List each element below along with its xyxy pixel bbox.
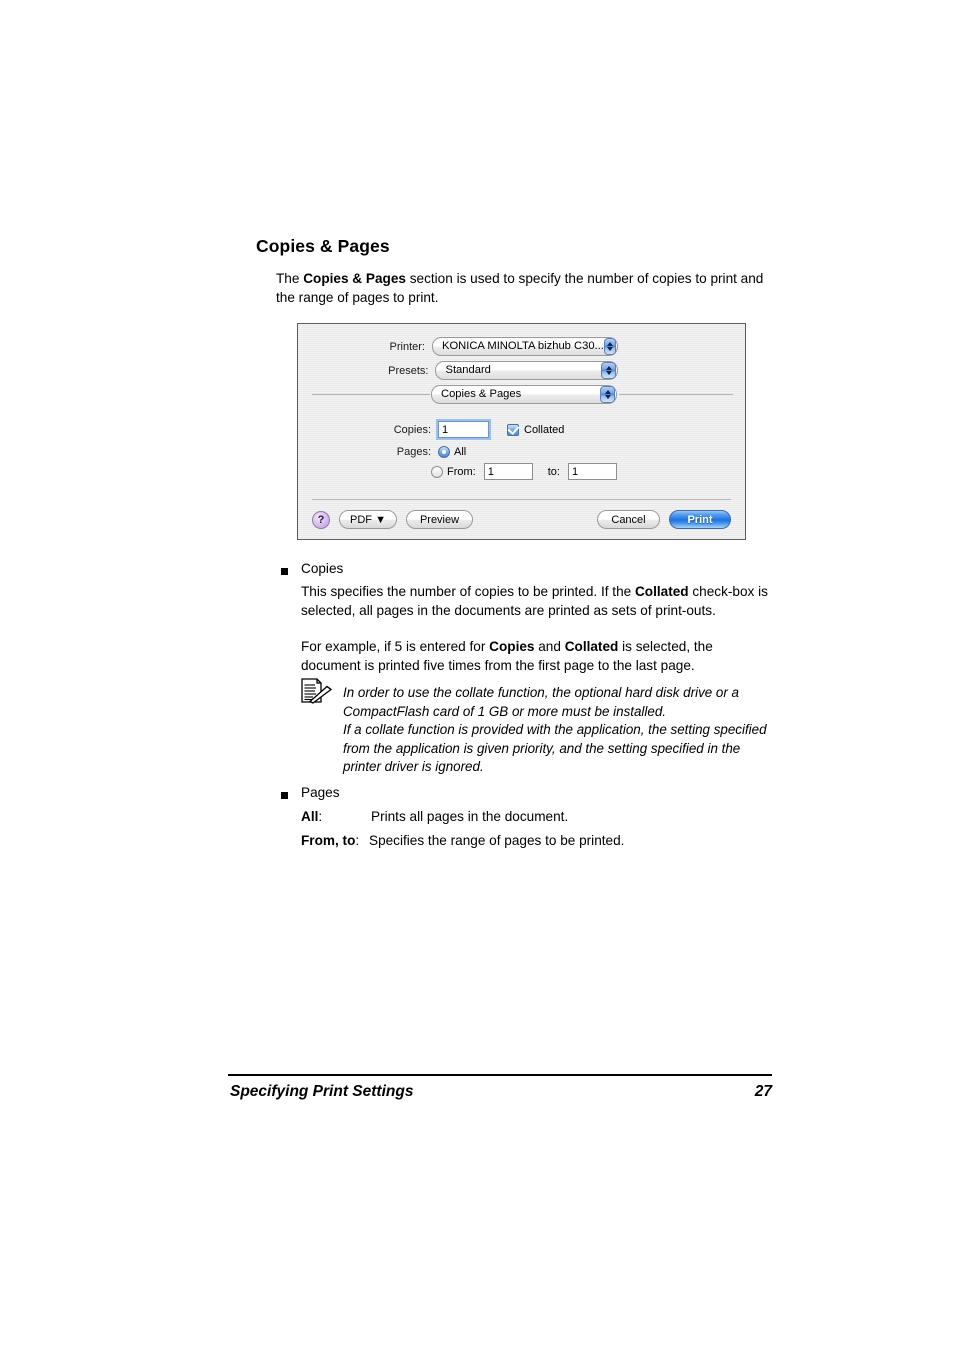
- triangle-up-icon: [605, 366, 612, 370]
- chevron-updown-icon: [601, 362, 616, 379]
- pages-fromto-colon: :: [355, 833, 360, 848]
- to-input[interactable]: 1: [567, 463, 617, 480]
- pages-range-row: From: 1 to: 1: [431, 463, 617, 480]
- pane-popup-button[interactable]: Copies & Pages: [431, 385, 617, 404]
- footer-divider: [228, 1074, 772, 1076]
- copies-desc-2a: For example, if 5 is entered for: [301, 639, 490, 654]
- footer-title: Specifying Print Settings: [230, 1083, 414, 1100]
- copies-description-1: This specifies the number of copies to b…: [301, 583, 771, 620]
- copies-desc-2b: Copies: [489, 639, 535, 654]
- presets-popup-button[interactable]: Standard: [435, 361, 618, 380]
- print-button[interactable]: Print: [669, 510, 731, 529]
- copies-description-2: For example, if 5 is entered for Copies …: [301, 638, 771, 675]
- triangle-up-icon: [604, 390, 611, 394]
- intro-prefix: The: [276, 271, 304, 286]
- intro-bold: Copies & Pages: [303, 271, 406, 286]
- from-label: From:: [447, 465, 476, 478]
- note-paragraph-2: If a collate function is provided with t…: [343, 722, 767, 775]
- copies-desc-1b: Collated: [634, 584, 689, 599]
- chevron-updown-icon: [603, 338, 616, 355]
- presets-popup-value: Standard: [445, 364, 491, 376]
- page-title: Copies & Pages: [256, 236, 390, 256]
- pages-all-row: Pages: All: [298, 446, 466, 458]
- bullet-marker-pages: [281, 792, 288, 799]
- print-dialog: Printer: KONICA MINOLTA bizhub C30... Pr…: [297, 323, 746, 540]
- triangle-down-icon: [604, 395, 611, 399]
- bullet-title-copies: Copies: [301, 561, 344, 576]
- printer-row: Printer: KONICA MINOLTA bizhub C30...: [298, 337, 618, 356]
- dialog-left-buttons: ? PDF ▼ Preview: [312, 510, 473, 529]
- pages-all-term-text: All: [301, 809, 319, 824]
- triangle-up-icon: [606, 342, 613, 346]
- presets-row: Presets: Standard: [298, 361, 618, 380]
- pane-popup-value: Copies & Pages: [441, 388, 522, 400]
- triangle-down-icon: [605, 371, 612, 375]
- pages-fromto-term-text: From, to: [301, 833, 356, 848]
- printer-label: Printer:: [389, 340, 425, 353]
- help-button[interactable]: ?: [312, 510, 330, 529]
- note-memo-icon: [300, 678, 334, 711]
- to-label: to:: [547, 465, 560, 478]
- copies-label: Copies:: [393, 423, 431, 436]
- cancel-button[interactable]: Cancel: [597, 510, 660, 529]
- copies-desc-2d: Collated: [564, 639, 619, 654]
- collated-checkbox[interactable]: [507, 422, 520, 436]
- pages-all-label: All: [454, 446, 467, 458]
- pages-label: Pages:: [396, 446, 431, 458]
- pages-all-radio[interactable]: [438, 446, 450, 458]
- bullet-title-pages: Pages: [301, 785, 340, 800]
- intro-paragraph: The Copies & Pages section is used to sp…: [276, 270, 770, 307]
- copies-row: Copies: 1 Collated: [298, 419, 565, 440]
- pane-row: Copies & Pages: [431, 385, 617, 404]
- dialog-right-buttons: Cancel Print: [597, 510, 731, 529]
- triangle-down-icon: [606, 347, 613, 351]
- note-paragraph-1: In order to use the collate function, th…: [343, 685, 740, 719]
- pdf-menu-button[interactable]: PDF ▼: [339, 510, 397, 529]
- from-input[interactable]: 1: [483, 463, 533, 480]
- presets-label: Presets:: [388, 364, 429, 377]
- chevron-updown-icon: [600, 386, 615, 403]
- printer-popup-button[interactable]: KONICA MINOLTA bizhub C30...: [432, 337, 618, 356]
- pane-separator-right: [619, 394, 733, 395]
- printer-popup-value: KONICA MINOLTA bizhub C30...: [442, 340, 604, 352]
- footer-page-number: 27: [754, 1083, 772, 1100]
- check-icon: [507, 422, 520, 435]
- pages-range-radio[interactable]: [431, 465, 443, 478]
- bullet-marker-copies: [281, 568, 288, 575]
- copies-desc-1a: This specifies the number of copies to b…: [301, 584, 635, 599]
- pages-all-description: Prints all pages in the document.: [371, 809, 569, 824]
- preview-button[interactable]: Preview: [406, 510, 473, 529]
- collated-label: Collated: [524, 423, 565, 436]
- pane-separator-left: [312, 394, 430, 395]
- document-page: Copies & Pages The Copies & Pages sectio…: [0, 0, 954, 1350]
- copies-desc-2c: and: [534, 639, 565, 654]
- collated-checkbox-group[interactable]: Collated: [507, 422, 565, 436]
- copies-input[interactable]: 1: [436, 419, 491, 440]
- footer-separator: [312, 499, 731, 500]
- pages-fromto-description: Specifies the range of pages to be print…: [369, 833, 625, 848]
- pages-all-colon: :: [318, 809, 323, 824]
